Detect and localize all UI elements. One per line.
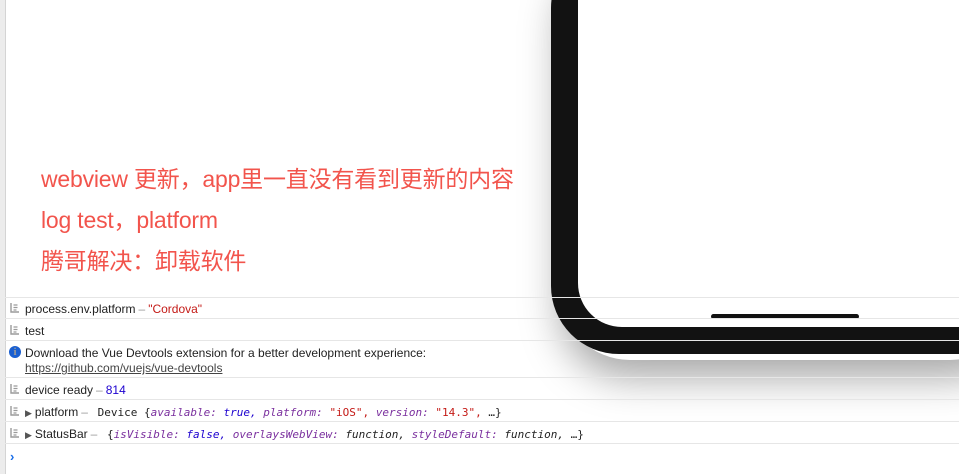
object-preview: Device {available: true, platform: "iOS"… bbox=[97, 406, 502, 419]
vue-devtools-link[interactable]: https://github.com/vuejs/vue-devtools bbox=[25, 361, 222, 375]
log-icon bbox=[9, 383, 21, 395]
console-row-vue-devtools: i Download the Vue Devtools extension fo… bbox=[5, 340, 959, 378]
annotation-line-3: 腾哥解决：卸载软件 bbox=[41, 248, 247, 274]
log-icon bbox=[9, 302, 21, 314]
console-label: process.env.platform bbox=[25, 302, 136, 316]
annotation-line-1: webview 更新，app里一直没有看到更新的内容 bbox=[41, 166, 514, 192]
console-label: StatusBar bbox=[34, 427, 88, 441]
expand-triangle-icon[interactable]: ▶ bbox=[25, 408, 32, 418]
console-label: platform bbox=[34, 405, 79, 419]
annotation-line-2: log test，platform bbox=[41, 207, 218, 233]
log-icon bbox=[9, 324, 21, 336]
log-icon bbox=[9, 405, 21, 417]
console-text: test bbox=[25, 324, 45, 338]
object-preview: {isVisible: false, overlaysWebView: func… bbox=[106, 428, 584, 441]
console-text: Download the Vue Devtools extension for … bbox=[25, 346, 427, 360]
console-row-platform-device[interactable]: ▶ platform – Device {available: true, plat… bbox=[5, 399, 959, 422]
log-icon bbox=[9, 427, 21, 439]
console-row-statusbar[interactable]: ▶ StatusBar – {isVisible: false, overlaysW… bbox=[5, 421, 959, 444]
expand-triangle-icon[interactable]: ▶ bbox=[25, 430, 32, 440]
console-input-row[interactable]: › bbox=[5, 443, 959, 475]
console-row-device-ready: device ready –814 bbox=[5, 377, 959, 400]
console-label: device ready bbox=[25, 383, 94, 397]
console-row-test: test bbox=[5, 318, 959, 341]
info-icon: i bbox=[9, 346, 21, 358]
console-number-value: 814 bbox=[105, 383, 126, 397]
phone-screen bbox=[578, 0, 959, 327]
console-string-value: "Cordova" bbox=[148, 302, 203, 316]
console-prompt-icon[interactable]: › bbox=[10, 449, 14, 464]
console-panel: process.env.platform – "Cordova" test i Do… bbox=[5, 297, 959, 474]
console-row-platform-env: process.env.platform – "Cordova" bbox=[5, 297, 959, 319]
